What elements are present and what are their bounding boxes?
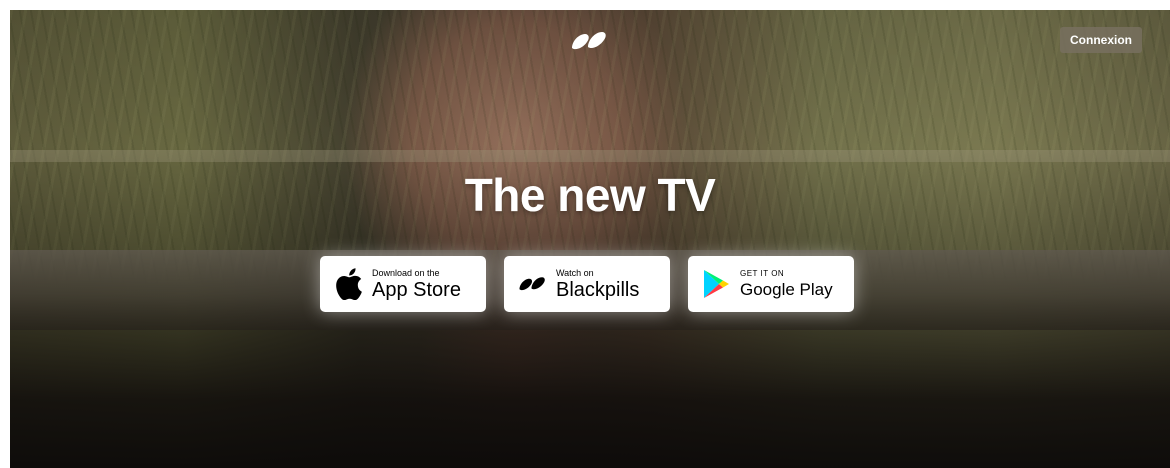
app-store-small-label: Download on the [372, 267, 440, 278]
app-store-button[interactable]: Download on the App Store [320, 256, 486, 312]
google-play-icon [700, 267, 734, 301]
google-play-small-label: GET IT ON [740, 268, 785, 278]
hero-section: Connexion The new TV Download on the App… [10, 10, 1170, 468]
blackpills-button[interactable]: Watch on Blackpills [504, 256, 670, 312]
google-play-button[interactable]: GET IT ON Google Play [688, 256, 854, 312]
blackpills-label: Blackpills [556, 278, 640, 301]
google-play-label: Google Play [740, 279, 833, 299]
blackpills-logo-icon[interactable] [570, 30, 610, 52]
hero-dark-overlay [10, 10, 1170, 468]
store-buttons: Download on the App Store Watch on Black… [320, 256, 854, 312]
apple-icon [332, 267, 366, 301]
login-button[interactable]: Connexion [1060, 27, 1142, 53]
blackpills-small-label: Watch on [556, 267, 594, 278]
app-store-label: App Store [372, 278, 461, 301]
hero-headline: The new TV [464, 169, 716, 221]
blackpills-icon [516, 267, 550, 301]
